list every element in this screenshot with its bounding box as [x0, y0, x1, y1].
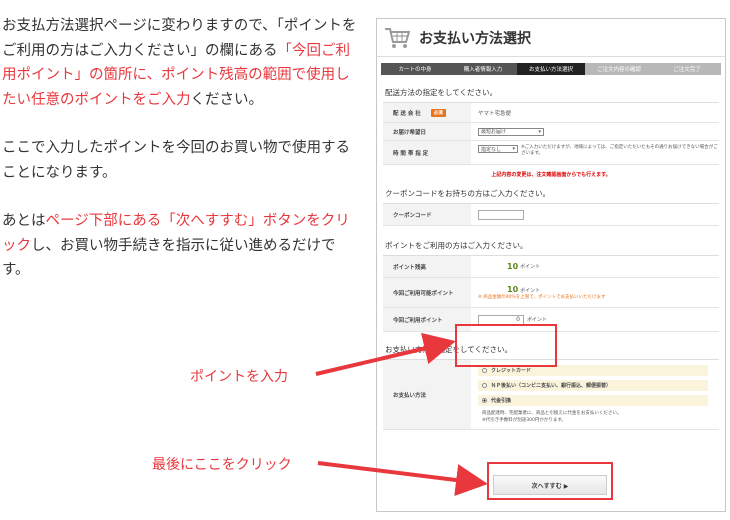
points-balance-label: ポイント残高	[383, 256, 471, 277]
delivery-notice: 上記内容の変更は、注文確認画面からでも行えます。	[491, 172, 611, 178]
points-balance-value: 10	[507, 262, 519, 271]
coupon-row: クーポンコード	[383, 204, 719, 226]
delivery-date-label: お届け希望日	[383, 123, 471, 140]
highlight-next-button	[487, 462, 613, 500]
callout-click-here: 最後にここをクリック	[152, 457, 292, 473]
points-usable-label: 今回ご利用可能ポイント	[383, 278, 471, 307]
checkout-steps: カートの中身 購入者情報入力 お支払い方法選択 ご注文内容の確認 ご注文完了	[381, 63, 721, 75]
coupon-label: クーポンコード	[383, 204, 471, 225]
points-usable-value: 10	[507, 285, 519, 294]
points-table: ポイント残高 10 ポイント 今回ご利用可能ポイント 10 ポイント ※ 商品金額の…	[383, 255, 719, 332]
chevron-down-icon: ▾	[512, 146, 515, 152]
points-heading: ポイントをご利用の方はご入力ください。	[385, 241, 528, 250]
points-use-input[interactable]: 0	[478, 314, 524, 325]
payment-table: お支払い方法 クレジットカード ＮＰ後払い（コンビニ支払い、銀行振込、郵便振替）…	[383, 359, 719, 430]
payment-cod-note-2: ※代引き手数料が別途300円かかります。	[482, 418, 566, 423]
checkout-screenshot: お支払い方法選択 カートの中身 購入者情報入力 お支払い方法選択 ご注文内容の確…	[376, 18, 726, 512]
points-unit: ポイント	[527, 317, 548, 323]
payment-row: お支払い方法 クレジットカード ＮＰ後払い（コンビニ支払い、銀行振込、郵便振替）…	[383, 360, 719, 430]
radio-icon	[482, 383, 487, 388]
step-confirm: ご注文内容の確認	[585, 63, 653, 75]
points-usable-row: 今回ご利用可能ポイント 10 ポイント ※ 商品金額の90%を上限で、ポイントでお…	[383, 278, 719, 308]
delivery-time-label: 時 間 帯 指 定	[383, 141, 471, 164]
radio-icon	[482, 368, 487, 373]
page-title: お支払い方法選択	[419, 30, 531, 47]
delivery-time-note: ※ご入力いただけますが、地域によっては、ご指定いただいたもその通りお届けできない…	[521, 145, 718, 156]
delivery-time-row: 時 間 帯 指 定 指定なし ▾ ※ご入力いただけますが、地域によっては、ご指定い…	[383, 141, 719, 165]
explanation-text-1b: ください。	[190, 91, 264, 108]
required-badge: 必須	[430, 108, 446, 117]
radio-selected-icon	[482, 398, 487, 403]
callout-enter-points: ポイントを入力	[190, 369, 288, 385]
step-buyer-info: 購入者情報入力	[463, 67, 503, 73]
points-unit: ポイント	[520, 264, 541, 270]
payment-option-np[interactable]: ＮＰ後払い（コンビニ支払い、銀行振込、郵便振替）	[478, 380, 708, 391]
coupon-input[interactable]	[478, 209, 524, 220]
delivery-table: 配 送 会 社必須 ヤマト宅急便 お届け希望日 最短お届け ▾ 時 間 帯 指 定…	[383, 102, 719, 165]
shopping-cart-icon	[385, 27, 411, 48]
payment-label: お支払い方法	[383, 360, 471, 429]
explanation-paragraph-3: あとはページ下部にある「次へすすむ」ボタンをクリックし、お買い物手続きを指示に従…	[2, 209, 357, 283]
explanation-text-3b: し、お買い物手続きを指示に従い進めるだけです。	[2, 237, 336, 279]
explanation-text-3a: あとは	[2, 213, 46, 229]
points-usable-note: ※ 商品金額の90%を上限で、ポイントでお支払いいただけます	[478, 295, 606, 300]
step-complete: ご注文完了	[653, 63, 721, 75]
explanation-paragraph-1: お支払方法選択ページに変わりますので、「ポイントをご利用の方はご入力ください」の…	[2, 14, 357, 112]
delivery-company-value: ヤマト宅急便	[478, 110, 512, 117]
step-payment-method: お支払い方法選択	[517, 63, 585, 75]
points-balance-row: ポイント残高 10 ポイント	[383, 256, 719, 278]
panel-header: お支払い方法選択	[377, 19, 725, 57]
delivery-date-select[interactable]: 最短お届け ▾	[478, 127, 544, 136]
explanation-text: お支払方法選択ページに変わりますので、「ポイントをご利用の方はご入力ください」の…	[2, 14, 357, 307]
step-cart: カートの中身	[398, 67, 432, 73]
highlight-points-input	[455, 324, 557, 367]
delivery-date-row: お届け希望日 最短お届け ▾	[383, 123, 719, 141]
delivery-company-label: 配 送 会 社必須	[383, 103, 471, 122]
explanation-paragraph-2: ここで入力したポイントを今回のお買い物で使用することになります。	[2, 140, 350, 181]
delivery-time-select[interactable]: 指定なし ▾	[478, 145, 518, 153]
delivery-heading: 配送方法の指定をしてください。	[385, 88, 498, 97]
coupon-table: クーポンコード	[383, 203, 719, 226]
payment-option-cod[interactable]: 代金引換	[478, 395, 708, 406]
coupon-heading: クーポンコードをお持ちの方はご入力ください。	[385, 189, 550, 198]
delivery-company-row: 配 送 会 社必須 ヤマト宅急便	[383, 103, 719, 123]
chevron-down-icon: ▾	[538, 128, 541, 135]
payment-cod-note-1: 商品配達時、宅配業者に、商品と引換えに代金をお支払いください。	[482, 411, 622, 416]
